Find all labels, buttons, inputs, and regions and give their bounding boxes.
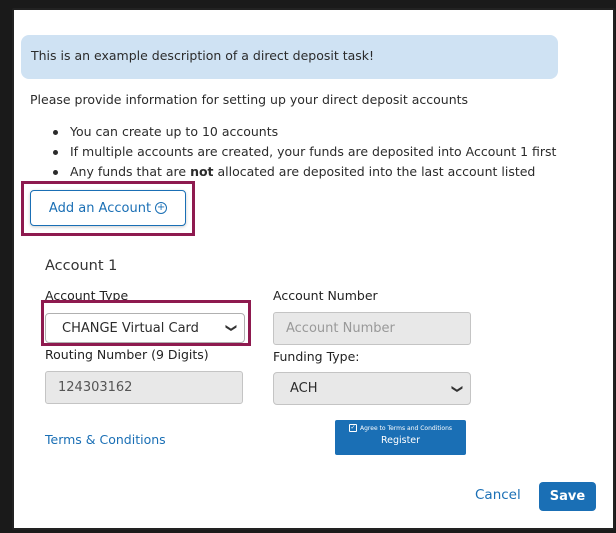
agree-terms-row: ✓ Agree to Terms and Conditions	[335, 424, 466, 432]
emphasis-not: not	[190, 164, 214, 179]
checkbox-icon: ✓	[349, 424, 357, 432]
list-item: You can create up to 10 accounts	[50, 122, 556, 142]
list-item: Any funds that are not allocated are dep…	[50, 162, 556, 182]
direct-deposit-modal: This is an example description of a dire…	[12, 8, 615, 530]
routing-number-input[interactable]: 124303162	[45, 371, 243, 404]
register-button[interactable]: ✓ Agree to Terms and Conditions Register	[335, 420, 466, 455]
cancel-button[interactable]: Cancel	[475, 487, 521, 503]
account-number-input[interactable]: Account Number	[273, 312, 471, 345]
funding-type-value: ACH	[290, 381, 318, 396]
terms-conditions-link[interactable]: Terms & Conditions	[45, 432, 166, 447]
info-list: You can create up to 10 accounts If mult…	[50, 122, 556, 182]
intro-text: Please provide information for setting u…	[30, 92, 469, 107]
funding-type-select[interactable]: ACH ❯	[273, 372, 471, 405]
funding-type-label: Funding Type:	[273, 349, 360, 364]
plus-circle-icon: +	[155, 202, 168, 214]
chevron-down-icon: ❯	[450, 383, 464, 394]
account-number-label: Account Number	[273, 288, 378, 303]
chevron-down-icon: ❯	[224, 323, 238, 333]
add-account-label: Add an Account	[48, 200, 152, 216]
save-button[interactable]: Save	[539, 482, 596, 511]
routing-number-label: Routing Number (9 Digits)	[45, 347, 209, 362]
add-account-button[interactable]: Add an Account +	[30, 190, 186, 226]
agree-terms-text: Agree to Terms and Conditions	[360, 424, 452, 432]
account-type-select[interactable]: CHANGE Virtual Card ❯	[45, 313, 245, 343]
list-item: If multiple accounts are created, your f…	[50, 142, 556, 162]
account-type-value: CHANGE Virtual Card	[62, 320, 199, 336]
banner-text: This is an example description of a dire…	[31, 48, 375, 63]
register-label: Register	[380, 435, 421, 446]
account-title: Account 1	[45, 258, 118, 274]
description-banner: This is an example description of a dire…	[21, 35, 558, 79]
